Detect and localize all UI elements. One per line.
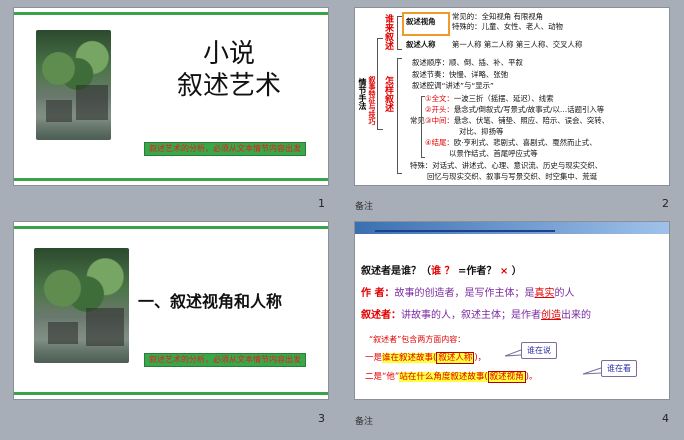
slide-number-1: 1 (318, 197, 325, 210)
author-text-1: 故事的创造者，是写作主体；是 (394, 288, 535, 299)
q-who: 谁 ？ (431, 266, 455, 277)
question-line: 叙述者是谁？（谁 ？ =作者？ × ） (361, 266, 522, 278)
item-4-text: 欧·亨利式、悲剧式、喜剧式、戛然而止式、 (453, 138, 597, 147)
slide-thumbnail-2[interactable]: 谁来叙述 叙事特征与技巧 情节手法 怎样叙述 叙述视角 常见的：全知视角 有限视… (355, 8, 669, 185)
row-view-text-2: 特殊的：儿童、女性、老人、动物 (452, 22, 563, 31)
canal-photo (36, 30, 111, 140)
q-eq: =作者？ (454, 266, 497, 277)
item-1-label: ①全文： (425, 94, 454, 103)
row-view-text-1: 常见的：全知视角 有限视角 (452, 12, 544, 21)
narrator-text-1: 讲故事的人，叙述主体；是作者 (401, 310, 541, 321)
q-prefix: 叙述者是谁？（ (361, 266, 431, 277)
slide-number-4: 4 (662, 412, 669, 425)
row-person-text: 第一人称 第二人称 第三人称、交叉人称 (452, 40, 583, 49)
header-rule (375, 230, 555, 232)
item-4-cont: 以景作结式、首尾呼应式等 (449, 149, 538, 158)
vertical-side: 叙事特征与技巧 (368, 76, 376, 125)
item-3-text: 悬念、伏笔、铺垫、照应、陪示、误会、突转、 (453, 116, 610, 125)
narrator-create: 创造 (541, 310, 561, 321)
item-3-cont: 对比、抑扬等 (459, 127, 504, 136)
item-3-label: ③中间： (425, 116, 454, 125)
author-line: 作 者：故事的创造者，是写作主体；是真实的人 (361, 288, 574, 300)
line-2-a: 二是“他” (365, 372, 400, 382)
order-text: 叙述顺序：顺、倒、插、补、平叙 (412, 58, 523, 67)
item-4: ④结尾：欧·亨利式、悲剧式、喜剧式、戛然而止式、 (425, 138, 597, 148)
vertical-who: 谁来叙述 (383, 14, 393, 50)
narrator-line: 叙述者：讲故事的人，叙述主体；是作者创造出来的 (361, 310, 591, 322)
line-2-c: 叙述视角 (487, 371, 526, 383)
header-band (355, 222, 669, 234)
way-text: 叙述腔调“讲述”与“显示” (412, 81, 494, 90)
line-1-b: 谁在叙述故事( (382, 353, 437, 363)
narrator-text-2: 出来的 (561, 310, 591, 321)
line-1-a: 一是 (365, 353, 383, 363)
vertical-left: 情节手法 (358, 78, 367, 110)
notes-icon-2[interactable]: 备注 (355, 199, 373, 212)
q-close: ） (508, 266, 522, 277)
item-4-label: ④结尾： (425, 138, 454, 147)
bracket-who (397, 16, 402, 50)
callout-who-sees: 谁在看 (601, 360, 637, 377)
item-2-label: ②开头： (425, 105, 454, 114)
slide-thumbnail-3[interactable]: 一、叙述视角和人称 叙述艺术的分析，必须从文本情节内容出发 (14, 222, 328, 399)
line-1-c: 叙述人称 (436, 352, 475, 364)
slide-title: 小说 叙述艺术 (154, 38, 304, 102)
item-1-text: 一波三折（摇摆、延迟）、线索 (453, 94, 554, 103)
slide-thumbnail-4[interactable]: 叙述者是谁？（谁 ？ =作者？ × ） 作 者：故事的创造者，是写作主体；是真实… (355, 222, 669, 399)
row-view-label: 叙述视角 (406, 17, 436, 26)
banner: 叙述艺术的分析，必须从文本情节内容出发 (144, 142, 306, 156)
item-1: ①全文：一波三折（摇摆、延迟）、线索 (425, 94, 554, 104)
line-2-d: )。 (525, 372, 538, 382)
top-divider (14, 226, 328, 229)
narrator-label: 叙述者： (361, 310, 401, 321)
title-line-2: 叙述艺术 (176, 71, 281, 101)
top-divider (14, 12, 328, 15)
bottom-divider (14, 392, 328, 395)
q-x: × (496, 266, 509, 277)
item-2-text: 悬念式/倒叙式/写景式/故事式/以…话题引入等 (453, 105, 605, 114)
line-1-d: )， (474, 353, 487, 363)
line-1: 一是谁在叙述故事(叙述人称)， (365, 352, 486, 364)
slide-thumbnail-1[interactable]: 小说 叙述艺术 叙述艺术的分析，必须从文本情节内容出发 (14, 8, 328, 185)
special-cont: 回忆与现实交织、叙事与写景交织、时空集中、荒诞 (427, 172, 597, 181)
notes-icon-4[interactable]: 备注 (355, 414, 373, 427)
line-2-b: 站在什么角度叙述故事( (399, 372, 488, 382)
special-label: 特殊： (410, 161, 433, 170)
slide-title: 一、叙述视角和人称 (138, 292, 283, 311)
rhythm-text: 叙述节奏：快慢、详略、张弛 (412, 70, 509, 79)
title-line-1: 小说 (202, 39, 255, 69)
banner: 叙述艺术的分析，必须从文本情节内容出发 (144, 353, 306, 367)
author-text-2: 的人 (554, 288, 575, 299)
row-person-label: 叙述人称 (406, 40, 436, 49)
item-3: ③中间：悬念、伏笔、铺垫、照应、陪示、误会、突转、 (425, 116, 609, 126)
callout-who-speaks: 谁在说 (521, 342, 557, 359)
item-2: ②开头：悬念式/倒叙式/写景式/故事式/以…话题引入等 (425, 105, 604, 115)
author-real: 真实 (534, 288, 555, 299)
bracket-main (377, 38, 383, 130)
author-label: 作 者： (361, 288, 395, 299)
vertical-how: 怎样叙述 (383, 76, 393, 112)
slide-number-2: 2 (662, 197, 669, 210)
bottom-divider (14, 178, 328, 181)
contains-line: “叙述者”包含两方面内容： (369, 335, 466, 344)
bracket-common (421, 96, 425, 158)
canal-photo (34, 248, 129, 363)
special-line: 特殊：对话式、讲述式、心理、意识流、历史与现实交织、 (410, 161, 602, 171)
line-2: 二是“他”站在什么角度叙述故事(叙述视角)。 (365, 371, 537, 383)
special-text: 对话式、讲述式、心理、意识流、历史与现实交织、 (432, 161, 603, 170)
slide-number-3: 3 (318, 412, 325, 425)
bracket-how (397, 58, 402, 174)
